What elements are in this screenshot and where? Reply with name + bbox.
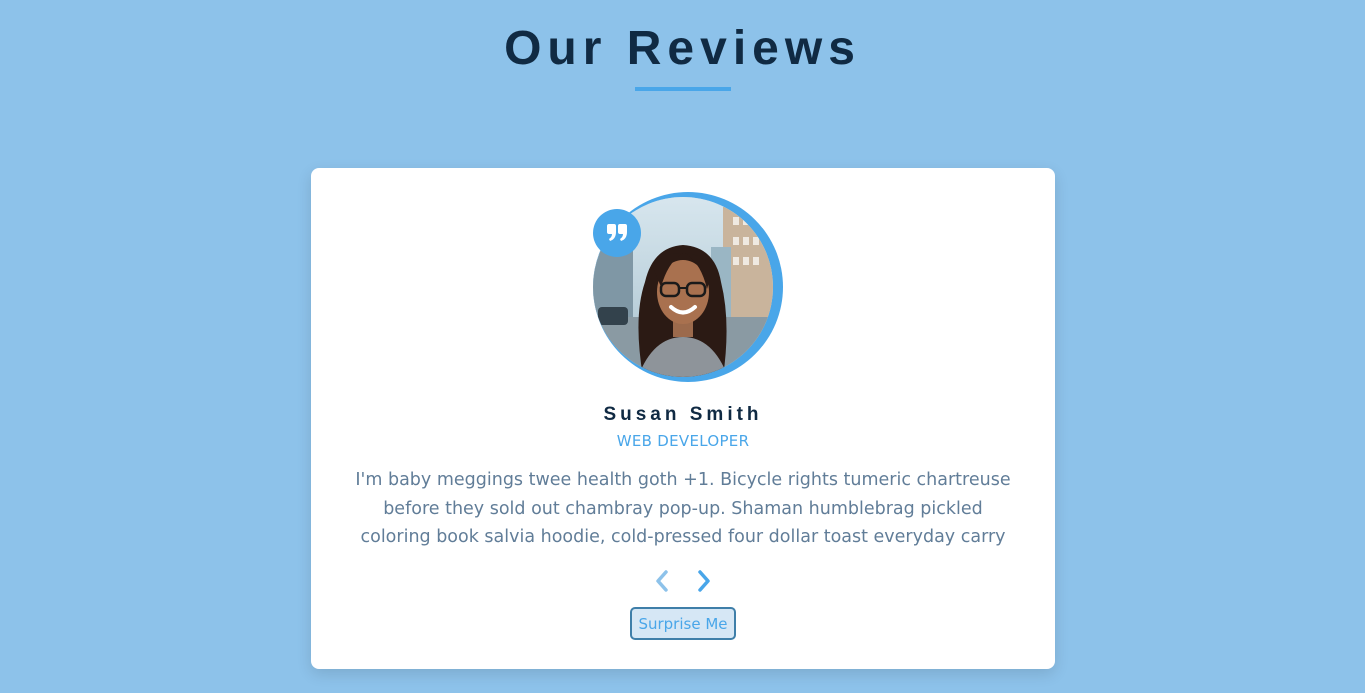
page-title: Our Reviews xyxy=(504,22,861,75)
surprise-me-button[interactable]: Surprise Me xyxy=(630,607,736,640)
next-button[interactable] xyxy=(694,568,714,594)
section-header: Our Reviews xyxy=(0,20,1365,91)
title-underline xyxy=(634,87,731,91)
avatar-container xyxy=(593,192,783,382)
prev-button[interactable] xyxy=(652,568,672,594)
quote-icon xyxy=(593,209,641,257)
chevron-right-icon xyxy=(698,570,710,592)
author-name: Susan Smith xyxy=(603,404,763,425)
review-card: Susan Smith web developer I'm baby meggi… xyxy=(311,168,1055,669)
nav-controls xyxy=(311,568,1055,594)
chevron-left-icon xyxy=(656,570,668,592)
author-job: web developer xyxy=(616,432,750,450)
review-text: I'm baby meggings twee health goth +1. B… xyxy=(355,470,1011,547)
